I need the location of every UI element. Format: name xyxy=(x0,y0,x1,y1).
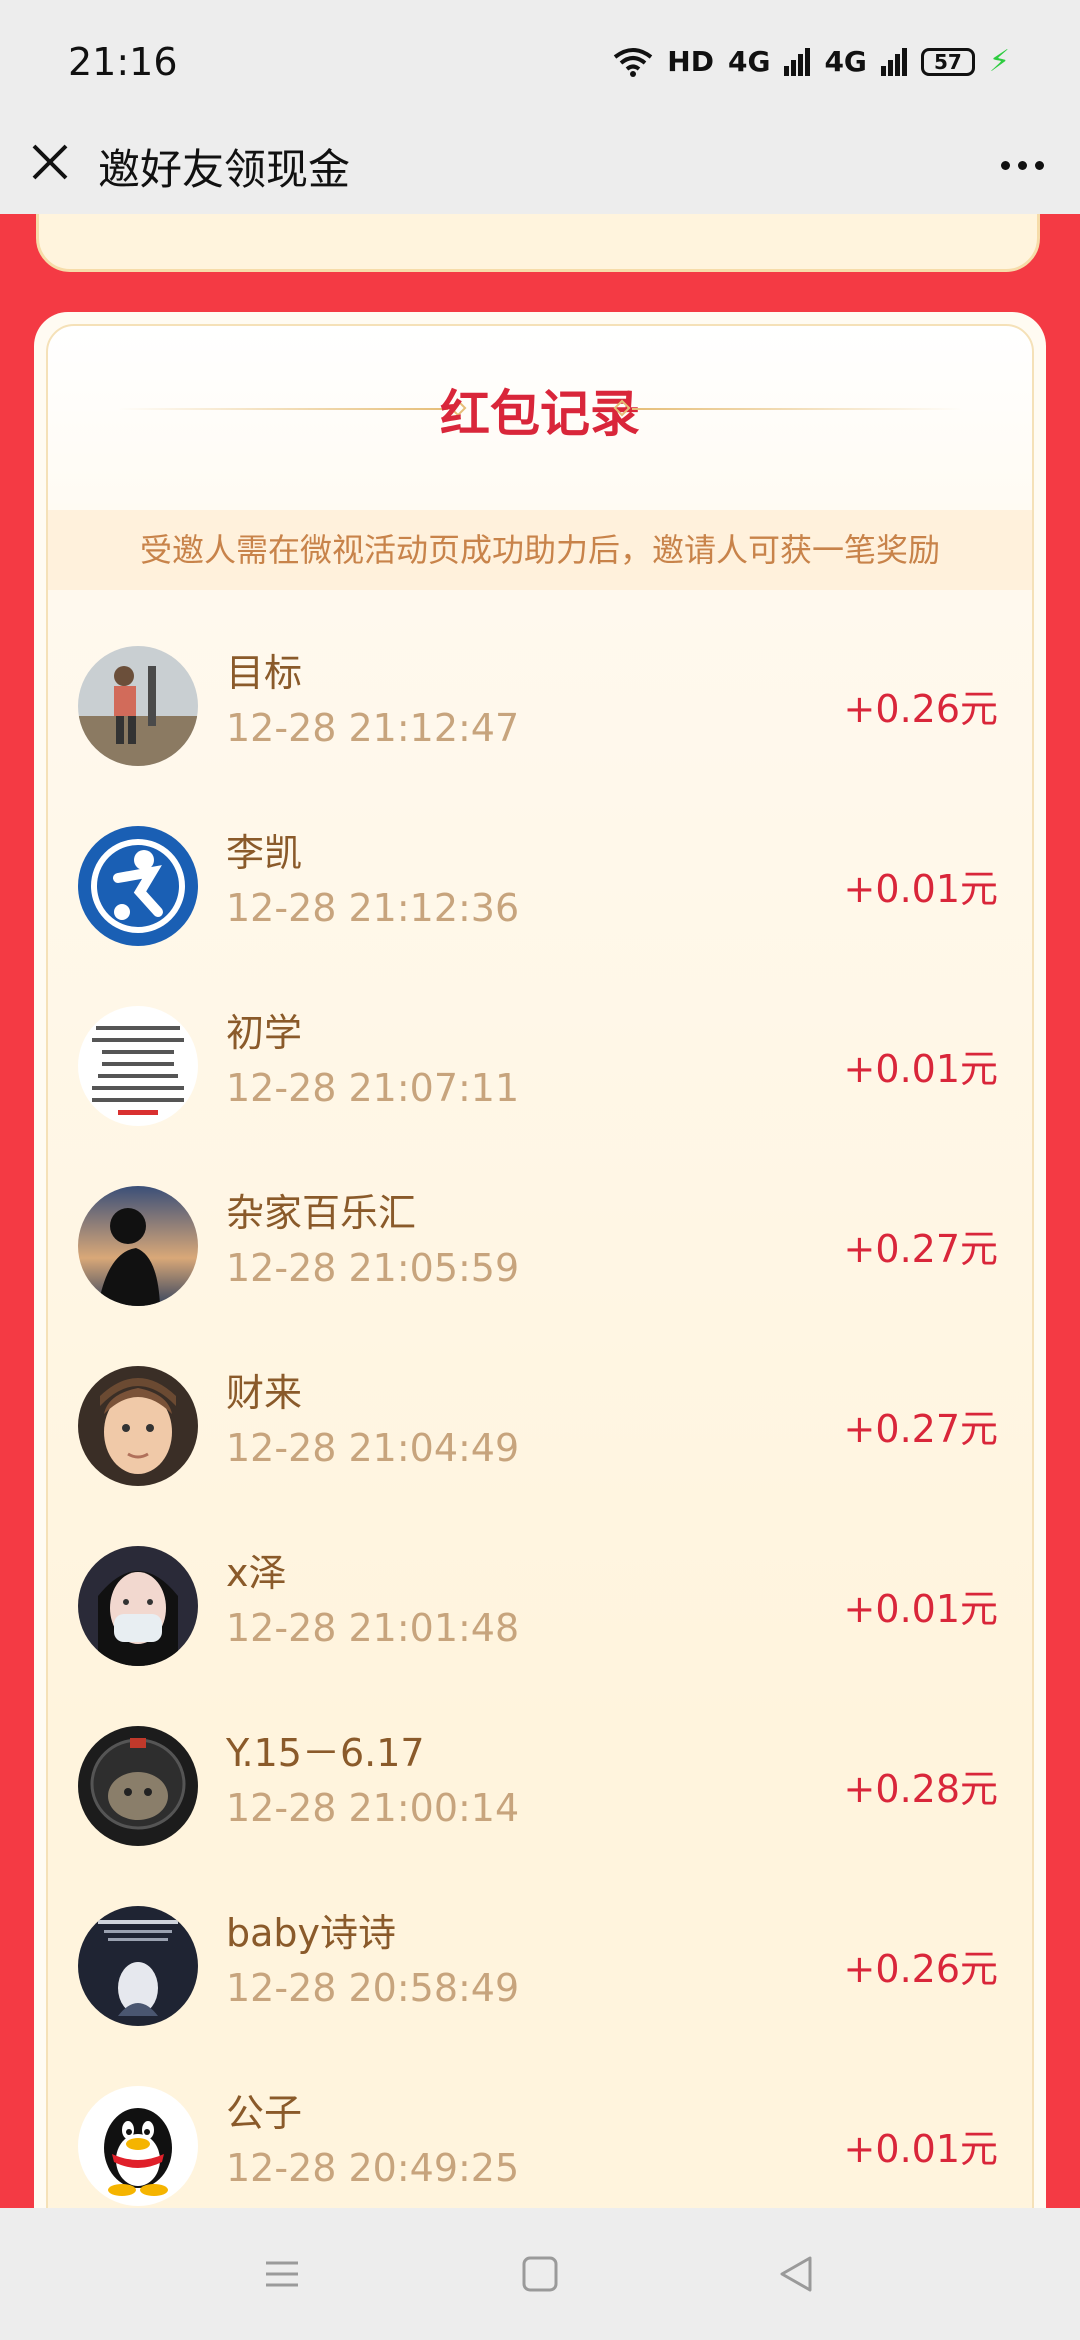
status-icons: HD 4G 4G 57 ⚡ xyxy=(613,44,1010,79)
record-amount: +0.27元 xyxy=(843,1227,998,1271)
record-time: 12-28 20:58:49 xyxy=(226,1966,520,2010)
record-amount: +0.01元 xyxy=(843,867,998,911)
record-name: 目标 xyxy=(226,651,303,695)
page-title: 邀好友领现金 xyxy=(98,145,351,194)
record-time: 12-28 21:12:47 xyxy=(226,706,520,750)
back-button[interactable] xyxy=(766,2244,826,2304)
previous-card-bottom xyxy=(36,214,1040,272)
record-amount: +0.26元 xyxy=(843,1947,998,1991)
avatar[interactable] xyxy=(78,1006,198,1126)
record-row[interactable]: 公子 12-28 20:49:25 +0.01元 xyxy=(48,2058,1032,2214)
record-name: 杂家百乐汇 xyxy=(226,1191,417,1235)
avatar[interactable] xyxy=(78,1726,198,1846)
back-icon xyxy=(780,2256,812,2292)
navigation-bar xyxy=(0,2208,1080,2340)
record-amount: +0.27元 xyxy=(843,1407,998,1451)
more-icon-dot xyxy=(1000,160,1010,170)
record-time: 12-28 21:04:49 xyxy=(226,1426,520,1470)
record-row[interactable]: 财来 12-28 21:04:49 +0.27元 xyxy=(48,1338,1032,1518)
record-row[interactable]: 李凯 12-28 21:12:36 +0.01元 xyxy=(48,798,1032,978)
record-amount: +0.01元 xyxy=(843,1047,998,1091)
card-title: 红包记录 xyxy=(440,385,640,443)
title-bar: 邀好友领现金 xyxy=(0,120,1080,216)
record-name: baby诗诗 xyxy=(226,1911,397,1955)
more-icon-dot xyxy=(1017,160,1027,170)
avatar[interactable] xyxy=(78,646,198,766)
status-bar: 21:16 HD 4G 4G 57 ⚡ xyxy=(0,0,1080,130)
more-button[interactable] xyxy=(992,140,1052,190)
record-amount: +0.28元 xyxy=(843,1767,998,1811)
record-amount: +0.26元 xyxy=(843,687,998,731)
record-name: 财来 xyxy=(226,1371,303,1415)
record-name: 公子 xyxy=(226,2091,303,2135)
record-time: 12-28 20:49:25 xyxy=(226,2146,520,2190)
card-header: 红包记录 xyxy=(48,374,1032,444)
record-amount: +0.01元 xyxy=(843,1587,998,1631)
record-time: 12-28 21:12:36 xyxy=(226,886,520,930)
record-row[interactable]: 杂家百乐汇 12-28 21:05:59 +0.27元 xyxy=(48,1158,1032,1338)
record-row[interactable]: baby诗诗 12-28 20:58:49 +0.26元 xyxy=(48,1878,1032,2058)
record-time: 12-28 21:07:11 xyxy=(226,1066,520,1110)
close-button[interactable] xyxy=(26,132,74,192)
record-name: 初学 xyxy=(226,1011,303,1055)
divider-right xyxy=(632,408,962,410)
signal-icon xyxy=(880,47,907,76)
avatar[interactable] xyxy=(78,1366,198,1486)
battery-icon: 57 xyxy=(920,47,975,76)
close-icon xyxy=(32,144,68,180)
home-button[interactable] xyxy=(510,2244,570,2304)
record-name: 李凯 xyxy=(226,831,303,875)
more-icon-dot xyxy=(1034,160,1044,170)
wifi-icon xyxy=(614,47,653,77)
content-area[interactable]: 红包记录 受邀人需在微视活动页成功助力后，邀请人可获一笔奖励 目标 12-28 … xyxy=(0,214,1080,2214)
signal-label-1: 4G xyxy=(727,45,771,78)
record-name: Y.15－6.17 xyxy=(226,1731,425,1775)
battery-level: 57 xyxy=(934,49,962,74)
avatar[interactable] xyxy=(78,2086,198,2206)
avatar[interactable] xyxy=(78,1906,198,2026)
menu-icon xyxy=(266,2261,298,2287)
charging-icon: ⚡ xyxy=(988,44,1010,79)
status-time: 21:16 xyxy=(68,40,178,84)
record-row[interactable]: 初学 12-28 21:07:11 +0.01元 xyxy=(48,978,1032,1158)
record-row[interactable]: 目标 12-28 21:12:47 +0.26元 xyxy=(48,618,1032,798)
home-icon xyxy=(522,2256,558,2292)
reward-notice: 受邀人需在微视活动页成功助力后，邀请人可获一笔奖励 xyxy=(48,510,1032,590)
avatar[interactable] xyxy=(78,1186,198,1306)
menu-button[interactable] xyxy=(252,2244,312,2304)
record-time: 12-28 21:05:59 xyxy=(226,1246,520,1290)
record-row[interactable]: Y.15－6.17 12-28 21:00:14 +0.28元 xyxy=(48,1698,1032,1878)
signal-icon xyxy=(784,47,811,76)
record-name: x泽 xyxy=(226,1551,287,1595)
record-list: 目标 12-28 21:12:47 +0.26元 李凯 12-28 21:12:… xyxy=(48,618,1032,2214)
avatar[interactable] xyxy=(78,826,198,946)
record-time: 12-28 21:01:48 xyxy=(226,1606,520,1650)
record-row[interactable]: x泽 12-28 21:01:48 +0.01元 xyxy=(48,1518,1032,1698)
network-label: HD xyxy=(667,45,714,78)
record-card-inner: 红包记录 受邀人需在微视活动页成功助力后，邀请人可获一笔奖励 目标 12-28 … xyxy=(46,324,1034,2214)
avatar[interactable] xyxy=(78,1546,198,1666)
record-time: 12-28 21:00:14 xyxy=(226,1786,520,1830)
record-card: 红包记录 受邀人需在微视活动页成功助力后，邀请人可获一笔奖励 目标 12-28 … xyxy=(34,312,1046,2214)
record-amount: +0.01元 xyxy=(843,2127,998,2171)
signal-label-2: 4G xyxy=(824,45,867,78)
